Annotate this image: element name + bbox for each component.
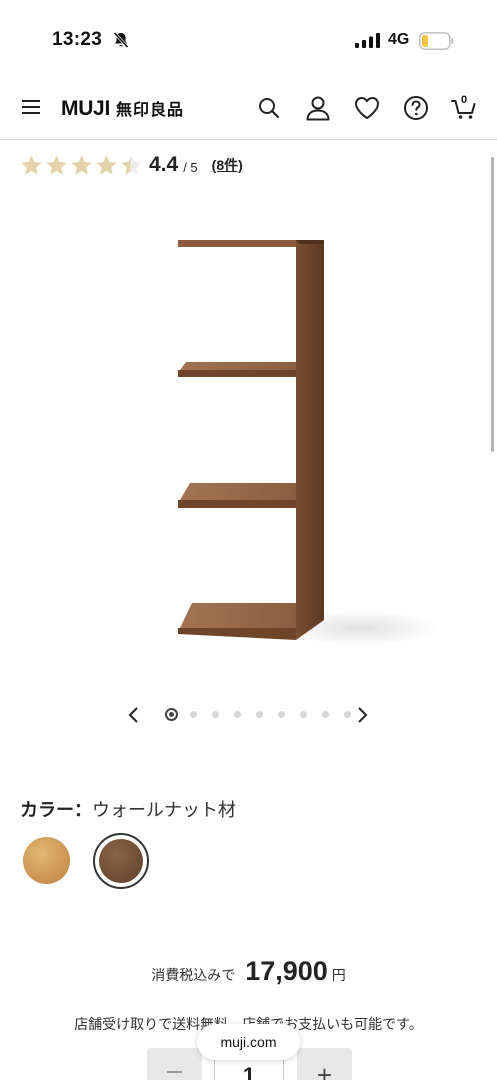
carousel-dot-active[interactable] xyxy=(165,708,178,721)
cart-count-badge: 0 xyxy=(461,94,468,106)
star-icon xyxy=(46,154,67,175)
carousel-dot[interactable] xyxy=(277,711,285,718)
logo-text: MUJI xyxy=(61,97,110,120)
bell-slash-icon xyxy=(113,31,129,49)
review-count-link[interactable]: (8件) xyxy=(212,155,243,175)
rating-score: 4.4 xyxy=(149,153,179,176)
carousel-dots xyxy=(163,708,358,721)
price-value: 17,900 xyxy=(245,956,328,986)
carousel-dot[interactable] xyxy=(211,711,219,718)
cellular-signal-icon xyxy=(355,33,380,48)
rating-max: / 5 xyxy=(183,159,198,175)
carousel-dot[interactable] xyxy=(299,711,307,718)
color-label-title: カラー： xyxy=(20,800,92,820)
quantity-decrease-button[interactable] xyxy=(147,1048,202,1080)
network-label: 4G xyxy=(388,31,410,48)
logo-jp-text: 無印良品 xyxy=(115,100,184,119)
site-header: MUJI 無印良品 0 xyxy=(0,80,497,140)
star-icon xyxy=(71,154,92,175)
color-swatch-oak[interactable] xyxy=(23,837,70,884)
browser-url-pill[interactable]: muji.com xyxy=(197,1024,300,1060)
shelf-board xyxy=(180,362,296,370)
status-bar: 13:23 4G xyxy=(0,0,497,80)
star-icon xyxy=(96,154,117,175)
price-row: 消費税込みで 17,900 円 xyxy=(0,956,497,987)
search-icon[interactable] xyxy=(256,95,282,121)
user-icon[interactable] xyxy=(305,95,331,121)
color-selection-label: カラー：ウォールナット材 xyxy=(20,796,236,822)
carousel-dot[interactable] xyxy=(189,711,197,718)
shelf-board xyxy=(180,603,296,628)
quantity-increase-button[interactable]: + xyxy=(297,1048,352,1080)
battery-low-icon xyxy=(419,32,454,50)
image-carousel xyxy=(0,700,497,730)
shelf-side-panel xyxy=(296,240,324,640)
product-rating: 4.4 / 5 (8件) xyxy=(20,151,243,179)
minus-icon xyxy=(167,1071,182,1073)
carousel-dot[interactable] xyxy=(233,711,241,718)
star-icon xyxy=(21,154,42,175)
color-swatch-walnut[interactable] xyxy=(99,839,143,883)
chevron-right-icon[interactable] xyxy=(354,706,370,724)
selected-color-name: ウォールナット材 xyxy=(92,800,236,820)
price-unit: 円 xyxy=(331,967,346,983)
help-icon[interactable] xyxy=(403,95,429,121)
star-half-icon xyxy=(121,154,142,175)
carousel-dot[interactable] xyxy=(321,711,329,718)
shelf-top xyxy=(178,240,296,247)
heart-icon[interactable] xyxy=(354,95,380,121)
product-image[interactable] xyxy=(0,200,497,680)
carousel-dot[interactable] xyxy=(255,711,263,718)
menu-icon[interactable] xyxy=(22,99,40,115)
price-prefix: 消費税込みで xyxy=(151,967,236,983)
status-time: 13:23 xyxy=(52,29,103,50)
shelf-board xyxy=(180,483,296,500)
carousel-dot[interactable] xyxy=(343,711,351,718)
chevron-left-icon[interactable] xyxy=(126,706,142,724)
rating-stars xyxy=(20,154,143,177)
muji-logo[interactable]: MUJI 無印良品 xyxy=(61,96,184,121)
